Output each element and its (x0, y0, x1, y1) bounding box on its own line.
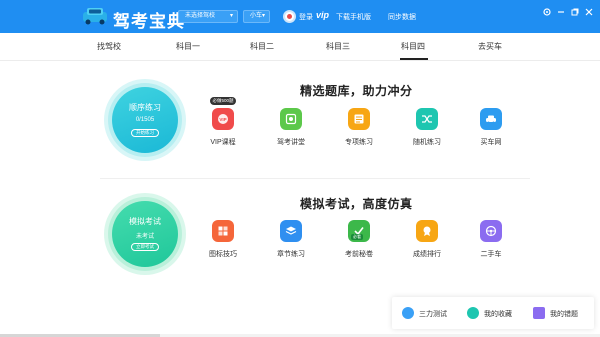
minimize-icon[interactable] (556, 7, 566, 17)
car-icon (480, 108, 502, 130)
download-mobile-link[interactable]: 下载手机版 (336, 12, 371, 22)
ranking-icon (416, 220, 438, 242)
svg-text:VIP: VIP (219, 117, 226, 122)
start-practice-button[interactable]: 开始练习 (131, 129, 159, 137)
item-label: 图标技巧 (209, 251, 237, 258)
exam-paper-icon: 必看 (348, 220, 370, 242)
car-type-select[interactable]: 小车 ▾ (243, 10, 270, 23)
school-select-value: 未选择驾校 (185, 13, 216, 19)
item-label: 章节练习 (277, 251, 305, 258)
app-title: 驾考宝典 (113, 12, 185, 31)
settings-icon[interactable] (542, 7, 552, 17)
section-divider (100, 178, 530, 179)
close-icon[interactable] (584, 7, 594, 17)
panel-label: 我的错题 (550, 311, 578, 318)
chapter-icon (280, 220, 302, 242)
title-bar: 驾考宝典 未选择驾校 ▾ 小车 ▾ 登录 vip 下载手机版 同步数据 (0, 0, 600, 33)
circle-title: 顺序练习 (129, 103, 161, 112)
tab-subject-4[interactable]: 科目四 (401, 41, 425, 52)
item-label: 驾考讲堂 (277, 139, 305, 146)
vip-course-item[interactable]: VIP VIP课程 (203, 108, 243, 147)
item-label: VIP课程 (210, 139, 236, 146)
item-label: 二手车 (480, 251, 502, 258)
item-label: 成绩排行 (413, 251, 441, 258)
login-link[interactable]: 登录 (299, 12, 313, 22)
used-car-item[interactable]: 二手车 (471, 220, 511, 259)
wrong-questions-icon (533, 307, 545, 319)
practice-progress: 0/1505 (135, 117, 155, 123)
tab-find-school[interactable]: 找驾校 (97, 41, 121, 52)
my-favorites-button[interactable]: 我的收藏 (467, 307, 527, 319)
brain-test-icon (402, 307, 414, 319)
exam-status: 未考试 (135, 234, 154, 240)
item-label: 随机练习 (413, 139, 441, 146)
special-practice-icon (348, 108, 370, 130)
driving-lecture-item[interactable]: 驾考讲堂 (271, 108, 311, 147)
must-do-badge: 必做500题 (210, 97, 236, 105)
vip-icon: VIP (212, 108, 234, 130)
item-label: 专项练习 (345, 139, 373, 146)
panel-label: 我的收藏 (484, 311, 512, 318)
sequential-practice-button[interactable]: 顺序练习 0/1505 开始练习 (112, 87, 178, 153)
tab-subject-2[interactable]: 科目二 (250, 41, 274, 52)
shuffle-icon (416, 108, 438, 130)
avatar[interactable] (283, 10, 296, 23)
panel-label: 三力测试 (419, 311, 447, 318)
subject-tabs: 找驾校 科目一 科目二 科目三 科目四 去买车 (0, 33, 600, 61)
tab-buy-car[interactable]: 去买车 (478, 41, 502, 52)
tab-subject-3[interactable]: 科目三 (326, 41, 350, 52)
exam-secret-paper-item[interactable]: 必看 考前秘卷 (339, 220, 379, 259)
lecture-icon (280, 108, 302, 130)
chevron-down-icon: ▾ (229, 13, 233, 19)
score-ranking-item[interactable]: 成绩排行 (407, 220, 447, 259)
tab-subject-1[interactable]: 科目一 (176, 41, 200, 52)
icon-tips-item[interactable]: 图标技巧 (203, 220, 243, 259)
three-ability-test-button[interactable]: 三力测试 (402, 307, 462, 319)
car-logo-icon (83, 8, 107, 25)
item-label: 买车网 (480, 139, 502, 146)
sync-data-link[interactable]: 同步数据 (388, 12, 416, 22)
steering-wheel-icon (480, 220, 502, 242)
mock-exam-button[interactable]: 模拟考试 未考试 立即考试 (112, 201, 178, 267)
random-practice-item[interactable]: 随机练习 (407, 108, 447, 147)
my-wrong-questions-button[interactable]: 我的错题 (533, 307, 593, 319)
circle-title: 模拟考试 (129, 217, 161, 226)
item-label: 考前秘卷 (345, 251, 373, 258)
restore-icon[interactable] (570, 7, 580, 17)
special-practice-item[interactable]: 专项练习 (339, 108, 379, 147)
chapter-practice-item[interactable]: 章节练习 (271, 220, 311, 259)
quick-actions-panel: 三力测试 我的收藏 我的错题 (392, 297, 594, 329)
chevron-down-icon: ▾ (261, 13, 265, 19)
section2-title: 模拟考试，高度仿真 (300, 197, 413, 211)
car-type-value: 小车 (250, 13, 263, 19)
active-tab-indicator (400, 58, 428, 60)
buy-car-item[interactable]: 买车网 (471, 108, 511, 147)
star-icon (467, 307, 479, 319)
icon-tips-icon (212, 220, 234, 242)
vip-icon[interactable]: vip (316, 10, 329, 20)
section1-title: 精选题库，助力冲分 (300, 84, 413, 98)
must-see-badge: 必看 (351, 234, 363, 240)
school-select[interactable]: 未选择驾校 ▾ (178, 10, 238, 23)
start-exam-button[interactable]: 立即考试 (131, 243, 159, 251)
